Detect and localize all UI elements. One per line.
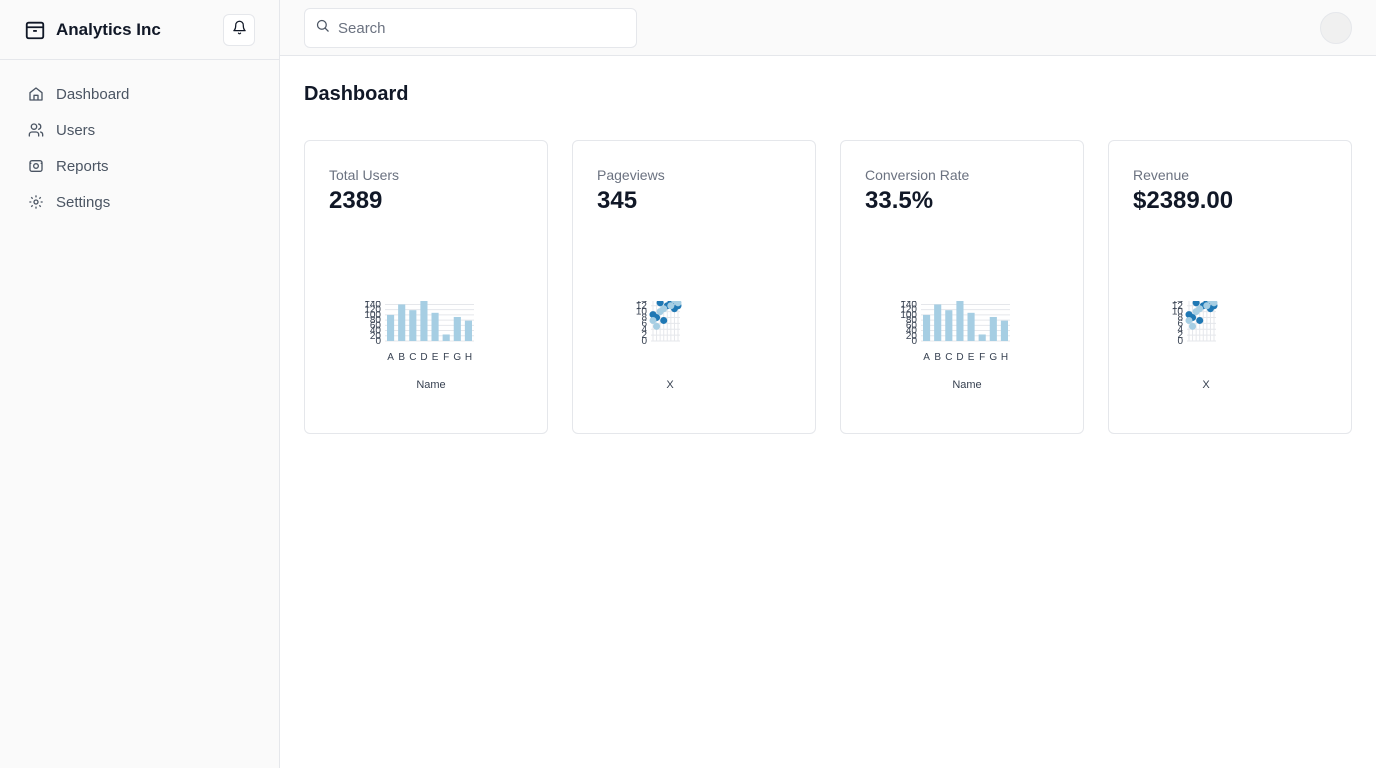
user-avatar[interactable]: [1320, 12, 1352, 44]
users-icon: [28, 122, 44, 138]
x-tick-label: D: [420, 352, 427, 363]
x-tick-label: C: [409, 352, 416, 363]
scatter-point: [1196, 316, 1204, 324]
home-icon: [28, 86, 44, 102]
card-value: 345: [597, 187, 638, 214]
gear-icon: [28, 194, 44, 210]
bar: [431, 312, 439, 341]
bar: [978, 334, 986, 341]
y-tick-label: 160: [364, 301, 381, 305]
search-box[interactable]: [304, 8, 637, 48]
x-tick-label: F: [443, 352, 449, 363]
bar-chart: 020406080100120140160180ABCDEFGHNameNumb…: [900, 301, 1010, 391]
y-tick-label: 14: [1172, 301, 1184, 306]
y-tick-label: 14: [636, 301, 648, 306]
bar: [398, 304, 406, 341]
x-tick-label: E: [968, 352, 975, 363]
x-tick-label: C: [945, 352, 952, 363]
reports-icon: [28, 158, 44, 174]
x-axis-label: Name: [416, 379, 445, 391]
x-tick-label: D: [956, 352, 963, 363]
card-value: 33.5%: [865, 187, 934, 214]
sidebar-item-dashboard[interactable]: Dashboard: [16, 76, 263, 112]
card-label: Revenue: [1133, 167, 1190, 183]
bar: [409, 310, 417, 341]
scatter-point: [1203, 302, 1211, 310]
x-tick-label: A: [387, 352, 394, 363]
stat-card-total-users: Total Users 2389 02040608010012014016018…: [304, 140, 548, 434]
bar: [1000, 320, 1008, 341]
scatter-point: [660, 305, 668, 313]
app-root: Analytics Inc Dashboard Users Reports Se…: [0, 0, 1376, 768]
sidebar-item-label: Dashboard: [56, 85, 130, 103]
card-label: Conversion Rate: [865, 167, 970, 183]
bell-icon: [232, 20, 247, 40]
x-axis-label: Name: [952, 379, 981, 391]
x-axis-label: X: [1202, 379, 1210, 391]
card-value: $2389.00: [1133, 187, 1234, 214]
scatter-point: [660, 316, 668, 324]
bar: [945, 310, 953, 341]
scatter-chart: 0246810121416ABXY: [1172, 301, 1218, 391]
scatter-point: [667, 302, 675, 310]
sidebar-item-label: Settings: [56, 193, 111, 211]
bar: [420, 301, 428, 341]
x-tick-label: E: [432, 352, 439, 363]
x-tick-label: B: [398, 352, 405, 363]
sidebar-nav: Dashboard Users Reports Settings: [0, 60, 279, 236]
scatter-chart: 0246810121416ABXY: [636, 301, 682, 391]
stat-cards: Total Users 2389 02040608010012014016018…: [304, 140, 1352, 434]
notifications-button[interactable]: [223, 14, 255, 46]
x-tick-label: G: [989, 352, 997, 363]
sidebar-item-settings[interactable]: Settings: [16, 184, 263, 220]
bar-chart: 020406080100120140160180ABCDEFGHNameNumb…: [364, 301, 474, 391]
bar: [967, 312, 975, 341]
x-tick-label: G: [453, 352, 461, 363]
x-tick-label: A: [923, 352, 930, 363]
card-value: 2389: [329, 187, 383, 214]
y-tick-label: 160: [900, 301, 917, 305]
x-tick-label: F: [979, 352, 985, 363]
scatter-point: [649, 316, 657, 324]
bar: [464, 320, 472, 341]
sidebar-item-label: Users: [56, 121, 96, 139]
scatter-point: [653, 322, 661, 330]
bar: [934, 304, 942, 341]
bar: [387, 314, 395, 341]
scatter-point: [1185, 316, 1193, 324]
bar: [923, 314, 931, 341]
main-content: Dashboard Total Users 2389 0 20 40 60 80 100 1…: [304, 56, 1352, 434]
search-input[interactable]: [338, 19, 618, 37]
search-icon: [315, 18, 330, 38]
top-bar: [280, 0, 1376, 56]
scatter-point: [1196, 305, 1204, 313]
box-icon: [24, 18, 48, 42]
brand-header: Analytics Inc: [0, 0, 279, 60]
stat-card-revenue: Revenue $2389.00 0246810121416ABXY: [1108, 140, 1352, 434]
stat-card-pageviews: Pageviews 345 0246810121416ABXY: [572, 140, 816, 434]
sidebar-item-reports[interactable]: Reports: [16, 148, 263, 184]
sidebar: Analytics Inc Dashboard Users Reports Se…: [0, 0, 280, 768]
x-tick-label: H: [1001, 352, 1008, 363]
page-title: Dashboard: [304, 83, 409, 105]
sidebar-item-label: Reports: [56, 157, 109, 175]
stat-card-conversion-rate: Conversion Rate 33.5% 0 20 40 60 80 100 120 140…: [840, 140, 1084, 434]
brand-name: Analytics Inc: [56, 19, 161, 39]
bar: [956, 301, 964, 341]
card-label: Pageviews: [597, 167, 665, 183]
scatter-point: [1189, 322, 1197, 330]
card-label: Total Users: [329, 167, 400, 183]
bar: [453, 316, 461, 341]
bar: [989, 316, 997, 341]
bar: [442, 334, 450, 341]
x-tick-label: H: [465, 352, 472, 363]
x-tick-label: B: [934, 352, 941, 363]
sidebar-item-users[interactable]: Users: [16, 112, 263, 148]
x-axis-label: X: [666, 379, 674, 391]
